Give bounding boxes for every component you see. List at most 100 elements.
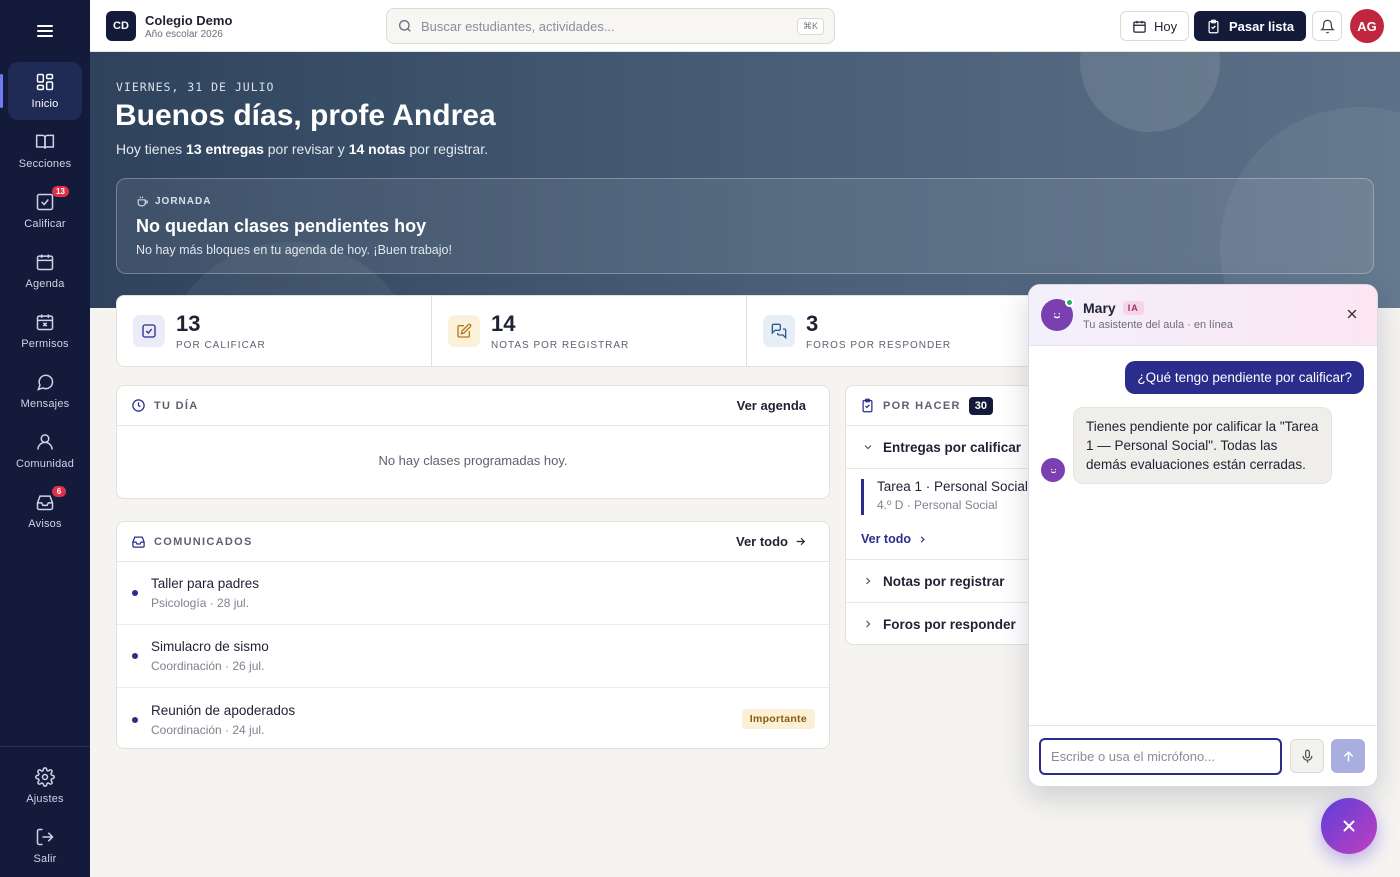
greeting-summary: Hoy tienes 13 entregas por revisar y 14 … (116, 141, 488, 157)
stat-foros[interactable]: 3 FOROS POR RESPONDER (747, 296, 1062, 366)
menu-button[interactable] (0, 0, 90, 62)
sidebar-item-label: Comunidad (15, 458, 75, 470)
logout-icon (36, 828, 54, 846)
school-name: Colegio Demo (145, 12, 233, 28)
user-message: ¿Qué tengo pendiente por calificar? (1125, 361, 1364, 394)
accordion-label: Entregas por calificar (883, 439, 1022, 455)
sidebar-item-inicio[interactable]: Inicio (0, 62, 82, 120)
sidebar-item-ajustes[interactable]: Ajustes (8, 757, 82, 815)
clipboard-check-icon (862, 398, 873, 413)
notification-badge: 6 (52, 486, 66, 497)
panel-title: TU DÍA (154, 399, 199, 412)
sidebar-nav: Inicio Secciones 13 Calificar Agenda Per… (0, 62, 90, 542)
notifications-button[interactable] (1312, 11, 1342, 41)
unread-dot (132, 590, 138, 596)
view-agenda-link[interactable]: Ver agenda (737, 398, 806, 413)
sidebar-item-label: Calificar (24, 218, 66, 230)
ai-badge: IA (1122, 300, 1144, 315)
today-button[interactable]: Hoy (1120, 11, 1190, 41)
sidebar: Inicio Secciones 13 Calificar Agenda Per… (0, 0, 90, 877)
microphone-button[interactable] (1290, 739, 1325, 773)
stat-value: 3 (806, 311, 819, 336)
dashboard-icon (36, 73, 54, 91)
stat-notas[interactable]: 14 NOTAS POR REGISTRAR (432, 296, 747, 366)
sidebar-item-label: Ajustes (26, 793, 64, 805)
sidebar-bottom: Ajustes Salir (0, 746, 90, 877)
sidebar-item-label: Permisos (21, 338, 69, 350)
assistant-chat-panel: Mary IA Tu asistente del aula · en línea… (1028, 284, 1378, 787)
search-bar[interactable]: Buscar estudiantes, actividades... ⌘K (386, 8, 835, 44)
close-icon (1347, 309, 1357, 319)
hero-date: VIERNES, 31 DE JULIO (116, 80, 275, 94)
inbox-icon (132, 536, 145, 548)
calendar-icon (1133, 20, 1146, 33)
sidebar-item-calificar[interactable]: 13 Calificar (8, 182, 82, 240)
accordion-label: Foros por responder (883, 616, 1016, 632)
search-input[interactable]: Buscar estudiantes, actividades... (421, 19, 797, 34)
assistant-message: Tienes pendiente por calificar la "Tarea… (1073, 407, 1332, 484)
sidebar-item-label: Salir (33, 853, 57, 865)
decor-circle (1080, 52, 1220, 132)
sidebar-item-secciones[interactable]: Secciones (8, 122, 82, 180)
announcement-item[interactable]: Reunión de apoderados Coordinación · 24 … (117, 688, 829, 751)
stat-value: 14 (491, 311, 516, 336)
chat-icon (37, 374, 54, 391)
bell-icon (1319, 19, 1335, 33)
today-label: Hoy (1154, 18, 1178, 34)
announcement-title: Reunión de apoderados (151, 702, 296, 718)
today-panel: TU DÍA Ver agenda No hay clases programa… (116, 385, 830, 499)
attendance-button[interactable]: Pasar lista (1194, 11, 1307, 41)
user-icon (37, 434, 53, 450)
calendar-icon (36, 254, 54, 271)
book-icon (35, 134, 55, 149)
stat-por-calificar[interactable]: 13 POR CALIFICAR (117, 296, 432, 366)
assistant-avatar-small (1041, 458, 1065, 482)
view-all-link[interactable]: Ver todo (736, 534, 807, 549)
brand[interactable]: CD Colegio Demo Año escolar 2026 (106, 11, 232, 41)
schedule-subtitle: No hay más bloques en tu agenda de hoy. … (136, 243, 452, 257)
important-badge: Importante (741, 709, 815, 729)
topbar: CD Colegio Demo Año escolar 2026 Buscar … (90, 0, 1400, 52)
assistant-name: Mary (1083, 299, 1116, 316)
announcements-panel: COMUNICADOS Ver todo Taller para padres … (116, 521, 830, 749)
greeting-title: Buenos días, profe Andrea (115, 99, 496, 132)
unread-dot (132, 653, 138, 659)
schedule-card: JORNADA No quedan clases pendientes hoy … (116, 178, 1374, 274)
send-button[interactable] (1331, 739, 1365, 773)
sidebar-item-comunidad[interactable]: Comunidad (8, 422, 82, 480)
close-icon (1343, 820, 1355, 832)
arrow-up-icon (1343, 750, 1353, 762)
schedule-tag: JORNADA (155, 196, 212, 207)
user-avatar[interactable]: AG (1350, 9, 1384, 43)
todo-count-badge: 30 (968, 396, 993, 415)
chevron-right-icon (866, 577, 871, 585)
school-year: Año escolar 2026 (145, 28, 223, 40)
grade-icon (36, 193, 54, 211)
stat-value: 13 (176, 311, 201, 336)
gear-icon (35, 767, 55, 787)
notification-badge: 13 (52, 186, 69, 197)
chevron-right-icon (866, 620, 871, 628)
announcement-item[interactable]: Taller para padres Psicología · 28 jul. (117, 562, 829, 625)
sidebar-item-permisos[interactable]: Permisos (8, 302, 82, 360)
assistant-toggle-button[interactable] (1321, 798, 1377, 854)
sidebar-item-label: Agenda (25, 278, 65, 290)
chat-close-button[interactable] (1345, 307, 1359, 321)
announcement-meta: Coordinación · 24 jul. (151, 722, 265, 737)
stat-label: NOTAS POR REGISTRAR (491, 340, 630, 351)
accordion-label: Notas por registrar (883, 573, 1005, 589)
sidebar-item-agenda[interactable]: Agenda (8, 242, 82, 300)
chat-input[interactable] (1039, 737, 1283, 775)
sidebar-item-label: Avisos (28, 518, 62, 530)
chat-header: Mary IA Tu asistente del aula · en línea (1029, 285, 1377, 346)
school-logo: CD (106, 11, 136, 41)
inbox-icon (36, 495, 54, 511)
sidebar-item-mensajes[interactable]: Mensajes (8, 362, 82, 420)
sidebar-item-salir[interactable]: Salir (8, 817, 82, 875)
search-shortcut: ⌘K (796, 17, 824, 35)
assistant-message-row: Tienes pendiente por calificar la "Tarea… (1041, 407, 1332, 484)
sidebar-item-avisos[interactable]: 6 Avisos (8, 482, 82, 540)
announcement-title: Taller para padres (151, 576, 260, 591)
announcement-item[interactable]: Simulacro de sismo Coordinación · 26 jul… (117, 625, 829, 688)
search-icon (399, 20, 411, 32)
